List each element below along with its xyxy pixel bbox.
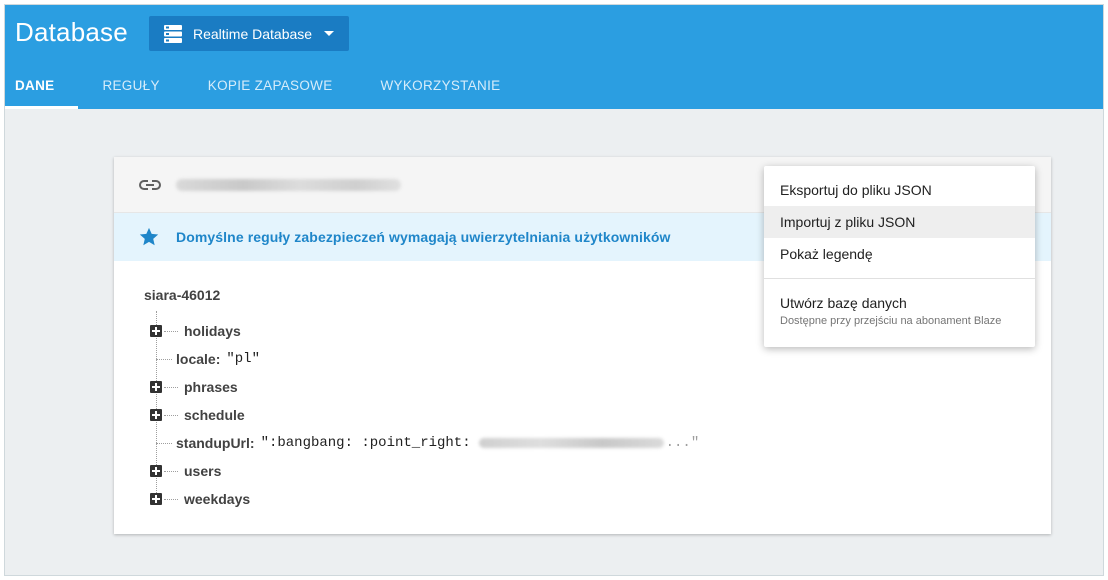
menu-divider [764, 278, 1035, 279]
expand-icon[interactable] [150, 381, 162, 393]
star-icon [139, 227, 159, 246]
page-title: Database [15, 17, 128, 47]
menu-item-create-label: Utwórz bazę danych [780, 295, 907, 311]
node-key: holidays [184, 323, 241, 339]
menu-item-create-sublabel: Dostępne przy przejściu na abonament Bla… [780, 315, 1002, 327]
database-url-redacted[interactable] [176, 179, 401, 191]
tree-node-weekdays[interactable]: weekdays [150, 489, 250, 509]
tree-root[interactable]: siara-46012 [144, 287, 220, 303]
tree-branch [164, 386, 178, 388]
tree-branch [164, 414, 178, 416]
tab-bar: DANE REGUŁY KOPIE ZAPASOWE WYKORZYSTANIE [5, 77, 524, 109]
database-type-selector[interactable]: Realtime Database [149, 16, 349, 51]
expand-icon[interactable] [150, 409, 162, 421]
tree-node-locale[interactable]: locale: "pl" [150, 349, 260, 369]
node-key: standupUrl: [176, 435, 255, 451]
expand-icon[interactable] [150, 465, 162, 477]
expand-icon[interactable] [150, 325, 162, 337]
link-icon [139, 180, 161, 190]
node-key: phrases [184, 379, 238, 395]
tab-data[interactable]: DANE [5, 77, 79, 109]
banner-text: Domyślne reguły zabezpieczeń wymagają uw… [176, 229, 671, 245]
node-key: schedule [184, 407, 245, 423]
app-frame: Database Realtime Database DANE REGUŁY K… [4, 4, 1104, 576]
menu-item-create-database[interactable]: Utwórz bazę danych Dostępne przy przejśc… [764, 287, 1035, 327]
node-value[interactable]: "pl" [226, 351, 260, 367]
node-key: locale: [176, 351, 221, 367]
database-type-label: Realtime Database [193, 25, 313, 42]
tree-branch [164, 470, 178, 472]
menu-item-export-json[interactable]: Eksportuj do pliku JSON [764, 174, 1035, 206]
tree-node-standupurl[interactable]: standupUrl: ":bangbang: :point_right: ..… [150, 433, 699, 453]
tab-backups[interactable]: KOPIE ZAPASOWE [184, 77, 357, 109]
tree-node-holidays[interactable]: holidays [150, 321, 241, 341]
tab-usage[interactable]: WYKORZYSTANIE [357, 77, 525, 109]
node-value-redacted [478, 438, 664, 448]
chevron-down-icon [324, 31, 335, 36]
tree-node-phrases[interactable]: phrases [150, 377, 238, 397]
top-bar: Database Realtime Database DANE REGUŁY K… [5, 5, 1103, 109]
tree-branch [156, 358, 172, 360]
tree-branch [156, 442, 172, 444]
node-key: users [184, 463, 222, 479]
menu-item-show-legend[interactable]: Pokaż legendę [764, 238, 1035, 270]
node-value-tail: ..." [665, 435, 700, 451]
expand-icon[interactable] [150, 493, 162, 505]
node-value[interactable]: ":bangbang: :point_right: [261, 435, 471, 451]
tab-rules[interactable]: REGUŁY [78, 77, 183, 109]
tree-node-users[interactable]: users [150, 461, 221, 481]
database-icon [164, 24, 182, 43]
tree-branch [164, 498, 178, 500]
tree-branch [164, 330, 178, 332]
menu-item-import-json[interactable]: Importuj z pliku JSON [764, 206, 1035, 238]
tree-node-schedule[interactable]: schedule [150, 405, 245, 425]
overflow-menu: Eksportuj do pliku JSON Importuj z pliku… [764, 166, 1035, 347]
node-key: weekdays [184, 491, 251, 507]
